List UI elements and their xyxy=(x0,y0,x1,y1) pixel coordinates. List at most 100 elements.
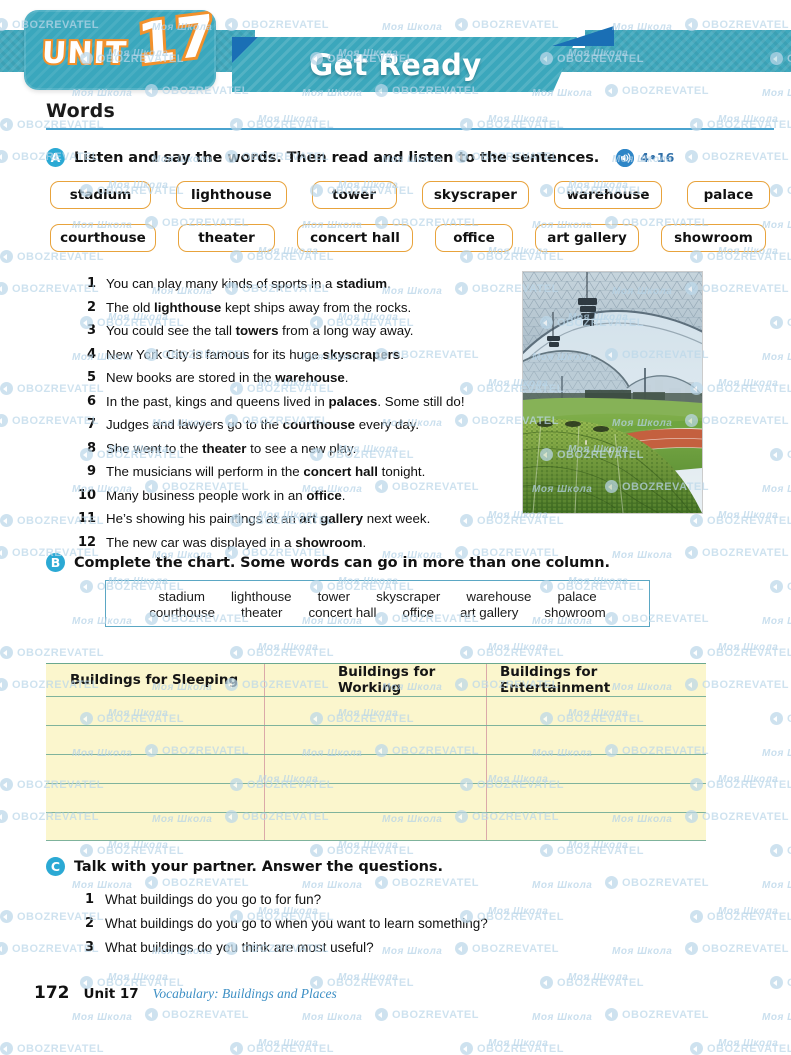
sentence-item: 10 Many business people work in an office… xyxy=(78,484,518,508)
watermark-logo-icon xyxy=(685,942,698,955)
sentence-text: She went to the theater to see a new pla… xyxy=(106,440,357,456)
task-c-letter: C xyxy=(46,857,65,876)
sentence-item: 5 New books are stored in the warehouse. xyxy=(78,366,518,390)
table-col-header-sleeping: Buildings for Sleeping xyxy=(70,672,239,688)
bank-word-palace: palace xyxy=(557,588,597,604)
watermark-school-text: Моя Школа xyxy=(338,840,399,851)
watermark-brand-text: OBOZREVATEL xyxy=(787,713,791,725)
watermark-school: Моя Школа xyxy=(718,378,778,389)
watermark-school-text: Моя Школа xyxy=(612,550,673,561)
word-chip-warehouse[interactable]: warehouse xyxy=(554,181,662,209)
sentence-item: 11 He’s showing his paintings at an art g… xyxy=(78,507,518,531)
footer-topic-label: Vocabulary: Buildings and Places xyxy=(152,986,337,1001)
watermark-logo-icon xyxy=(375,1008,388,1021)
word-chip-office[interactable]: office xyxy=(435,224,513,252)
sentence-number: 4 xyxy=(86,346,96,362)
sentence-text: New books are stored in the warehouse. xyxy=(106,370,349,386)
watermark-brand-text: OBOZREVATEL xyxy=(477,646,564,659)
watermark-logo-icon xyxy=(770,976,783,989)
watermark-brand-text: OBOZREVATEL xyxy=(622,876,709,889)
watermark-brand: OBOZREVATEL xyxy=(145,1008,249,1021)
word-chip-stadium[interactable]: stadium xyxy=(50,181,152,209)
audio-track-number: 4•16 xyxy=(640,150,675,165)
classification-table[interactable]: Buildings for Sleeping Buildings for Wor… xyxy=(46,663,706,841)
watermark-logo-icon xyxy=(0,282,8,295)
watermark-brand-text: OBOZREVATEL xyxy=(622,1008,709,1021)
sentence-item: 8 She went to the theater to see a new pl… xyxy=(78,437,518,461)
word-chip-skyscraper[interactable]: skyscraper xyxy=(421,181,530,209)
watermark-school: Моя Школа xyxy=(612,946,672,957)
watermark-school-text: Моя Школа xyxy=(762,352,791,363)
watermark-brand-text: OBOZREVATEL xyxy=(787,449,791,461)
watermark-school-text: Моя Школа xyxy=(258,1038,319,1049)
watermark-school: Моя Школа xyxy=(568,840,628,851)
sentence-keyword: showroom xyxy=(295,534,363,550)
watermark-school-text: Моя Школа xyxy=(612,946,673,957)
watermark-school: Моя Школа xyxy=(718,774,778,785)
watermark-brand-text: OBOZREVATEL xyxy=(707,1042,791,1055)
watermark-school-text: Моя Школа xyxy=(302,1012,363,1023)
watermark-logo-icon xyxy=(230,1042,243,1055)
watermark-logo-icon xyxy=(690,514,703,527)
watermark-logo-icon xyxy=(770,316,783,329)
watermark-school: Моя Школа xyxy=(762,1012,791,1023)
watermark-school-text: Моя Школа xyxy=(532,1012,593,1023)
task-a-letter: A xyxy=(46,148,65,167)
sentence-number: 11 xyxy=(78,511,97,527)
watermark-brand: OBOZREVATEL xyxy=(770,580,791,593)
watermark-school: Моя Школа xyxy=(338,972,398,983)
watermark-brand: OBOZREVATEL xyxy=(770,448,791,461)
sentence-text: You could see the tall towers from a lon… xyxy=(106,323,414,339)
question-item: 2 What buildings do you go to when you wa… xyxy=(78,911,578,935)
word-chip-theater[interactable]: theater xyxy=(178,224,275,252)
sentence-number: 8 xyxy=(86,440,96,456)
question-list: 1 What buildings do you go to for fun? 2 Wh… xyxy=(78,887,578,959)
bank-word-stadium: stadium xyxy=(158,588,205,604)
watermark-school-text: Моя Школа xyxy=(488,1038,549,1049)
sentence-number: 7 xyxy=(86,417,96,433)
task-b-letter: B xyxy=(46,553,65,572)
watermark-logo-icon xyxy=(0,414,8,427)
word-chip-art-gallery[interactable]: art gallery xyxy=(535,224,639,252)
word-chip-concert-hall[interactable]: concert hall xyxy=(297,224,413,252)
watermark-brand-text: OBOZREVATEL xyxy=(477,250,564,263)
sentence-keyword: lighthouse xyxy=(154,299,222,315)
watermark-school: Моя Школа xyxy=(488,114,548,125)
page-footer: 172 Unit 17 Vocabulary: Buildings and Pl… xyxy=(34,983,337,1003)
word-chip-courthouse[interactable]: courthouse xyxy=(50,224,156,252)
watermark-brand: OBOZREVATEL xyxy=(685,546,789,559)
watermark-school-text: Моя Школа xyxy=(718,642,779,653)
watermark-brand-text: OBOZREVATEL xyxy=(247,250,334,263)
watermark-brand: OBOZREVATEL xyxy=(230,1042,334,1055)
word-chip-showroom[interactable]: showroom xyxy=(661,224,766,252)
word-chip-row-1: stadium lighthouse tower skyscraper ware… xyxy=(50,181,770,209)
watermark-logo-icon xyxy=(0,514,13,527)
sentence-item: 2 The old lighthouse kept ships away from… xyxy=(78,296,518,320)
sentence-text: In the past, kings and queens lived in p… xyxy=(106,393,465,409)
watermark-logo-icon xyxy=(770,712,783,725)
task-c: C Talk with your partner. Answer the que… xyxy=(46,857,443,876)
word-chip-lighthouse[interactable]: lighthouse xyxy=(176,181,287,209)
watermark-brand: OBOZREVATEL xyxy=(540,976,644,989)
watermark-logo-icon xyxy=(605,1008,618,1021)
watermark-brand-text: OBOZREVATEL xyxy=(97,844,184,857)
watermark-brand-text: OBOZREVATEL xyxy=(392,1008,479,1021)
watermark-school-text: Моя Школа xyxy=(568,972,629,983)
watermark-brand-text: OBOZREVATEL xyxy=(247,1042,334,1055)
watermark-school: Моя Школа xyxy=(762,352,791,363)
sentence-number: 1 xyxy=(86,276,96,292)
table-row-divider-2 xyxy=(46,754,706,755)
watermark-school-text: Моя Школа xyxy=(258,114,319,125)
watermark-school: Моя Школа xyxy=(258,642,318,653)
watermark-school: Моя Школа xyxy=(108,972,168,983)
task-a-audio[interactable]: 4•16 xyxy=(616,148,675,167)
watermark-logo-icon xyxy=(145,1008,158,1021)
table-row-divider-3 xyxy=(46,783,706,784)
audio-speaker-icon[interactable] xyxy=(616,148,635,167)
sentence-text: Judges and lawyers go to the courthouse … xyxy=(106,417,420,433)
page-number: 172 xyxy=(34,983,70,1003)
word-chip-tower[interactable]: tower xyxy=(311,181,397,209)
watermark-school-text: Моя Школа xyxy=(762,484,791,495)
word-chip-palace[interactable]: palace xyxy=(686,181,770,209)
watermark-school: Моя Школа xyxy=(762,880,791,891)
